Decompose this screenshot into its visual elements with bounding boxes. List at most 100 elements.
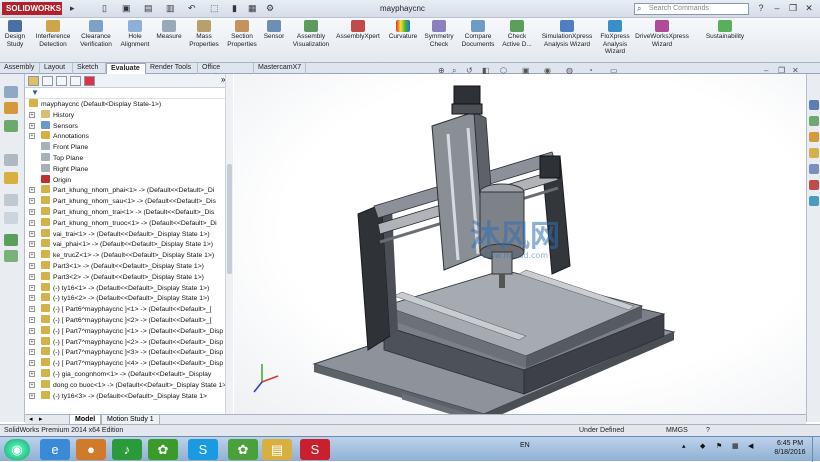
compare-documents-button[interactable]: Compare Documents	[458, 20, 498, 48]
volume-icon[interactable]: ◀	[748, 442, 753, 450]
tree-item[interactable]: + ke_trucZ<1> -> (Default<<Default>_Displ…	[25, 250, 232, 261]
tree-item[interactable]: + vai_phai<1> -> (Default<<Default>_Displ…	[25, 239, 232, 250]
solidworks-resources-icon[interactable]	[809, 100, 819, 110]
dimxpert-tab-icon[interactable]	[70, 76, 81, 86]
sustainability-button[interactable]: Sustainability	[700, 20, 750, 41]
restore-button[interactable]: ❐	[786, 2, 800, 14]
rebuild-icon[interactable]: ▮	[232, 3, 237, 14]
hide-show-icon[interactable]: ◉	[544, 66, 551, 76]
solidworks-forum-icon[interactable]	[809, 196, 819, 206]
driveworksxpress-button[interactable]: DriveWorksXpress Wizard	[634, 20, 690, 48]
zoom-to-fit-icon[interactable]: ⊕	[438, 66, 445, 76]
solidworks-taskbar-icon[interactable]: S	[300, 439, 330, 460]
expand-toggle-icon[interactable]: +	[29, 381, 35, 388]
network-icon[interactable]: ▦	[732, 442, 739, 450]
options-icon[interactable]: ⚙	[266, 3, 274, 14]
assembly-features-icon[interactable]	[4, 212, 18, 224]
tree-item[interactable]: + (-) [ Part6^mayphaycnc ]<1> -> (Default…	[25, 304, 232, 315]
tree-item[interactable]: + Part3<2> -> (Default<<Default>_Display …	[25, 271, 232, 283]
expand-toggle-icon[interactable]: +	[29, 316, 35, 323]
expand-toggle-icon[interactable]: +	[29, 252, 35, 259]
help-icon[interactable]: ?	[754, 2, 768, 14]
appearances-icon[interactable]	[809, 164, 819, 174]
search-commands-input[interactable]: ⌕ Search Commands	[634, 3, 749, 15]
tray-arrow-icon[interactable]: ▴	[682, 442, 686, 450]
tree-item[interactable]: Right Plane	[25, 163, 232, 175]
view-settings-icon[interactable]: ▭	[610, 66, 618, 76]
expand-toggle-icon[interactable]: +	[29, 219, 35, 226]
symmetry-check-button[interactable]: Symmetry Check	[422, 20, 456, 48]
tree-item[interactable]: Front Plane	[25, 142, 232, 153]
filter-icon[interactable]: ▼	[31, 88, 39, 97]
tab-assembly[interactable]: Assembly	[0, 63, 40, 74]
tab-office-products[interactable]: Office Products	[198, 63, 254, 81]
file-properties-icon[interactable]: ▦	[248, 3, 257, 14]
file-explorer-icon[interactable]	[809, 132, 819, 142]
tree-item[interactable]: + (-) gia_congnhom<1> -> (Default<<Defaul…	[25, 368, 232, 380]
assembly-visualization-button[interactable]: Assembly Visualization	[288, 20, 334, 48]
unit-system[interactable]: MMGS	[666, 425, 688, 436]
tab-evaluate[interactable]: Evaluate	[106, 63, 146, 74]
show-hidden-icon[interactable]	[4, 194, 18, 206]
section-view-icon[interactable]: ◧	[482, 66, 490, 76]
tab-render-tools[interactable]: Render Tools	[146, 63, 198, 74]
expand-toggle-icon[interactable]: +	[29, 241, 35, 248]
tab-mastercamx7[interactable]: MastercamX7	[254, 63, 306, 74]
tree-item[interactable]: Origin	[25, 174, 232, 186]
file-explorer-taskbar-icon[interactable]: ▤	[262, 439, 292, 460]
tray-app-icon[interactable]: ◆	[700, 442, 705, 450]
check-active-document-button[interactable]: Check Active D...	[500, 20, 534, 48]
expand-toggle-icon[interactable]: +	[29, 360, 35, 367]
tree-item[interactable]: + (-) [ Part7^mayphaycnc ]<1> -> (Default…	[25, 325, 232, 337]
sensor-button[interactable]: Sensor	[262, 20, 286, 41]
cnc-machine-model[interactable]: 沐风网 www.mfcad.com	[234, 74, 806, 433]
scroll-left-icon[interactable]: ◂	[29, 415, 33, 423]
expand-toggle-icon[interactable]: +	[29, 392, 35, 399]
property-manager-tab-icon[interactable]	[42, 76, 53, 86]
tree-item[interactable]: + (-) ty16<2> -> (Default<<Default>_Displ…	[25, 293, 232, 304]
save-icon[interactable]: ▤	[144, 3, 153, 14]
assemblyxpert-button[interactable]: AssemblyXpert	[336, 20, 380, 41]
tree-item[interactable]: + (-) ty16<1> -> (Default<<Default>_Displ…	[25, 282, 232, 294]
hole-alignment-button[interactable]: Hole Alignment	[118, 20, 152, 48]
simulationxpress-button[interactable]: SimulationXpress Analysis Wizard	[538, 20, 596, 48]
tree-item[interactable]: + dong co buoc<1> -> (Default<<Default>_D…	[25, 379, 232, 391]
appearance-icon[interactable]: ◍	[566, 66, 573, 76]
tree-item[interactable]: + (-) [ Part7^mayphaycnc ]<3> -> (Default…	[25, 347, 232, 358]
reference-geometry-icon[interactable]	[4, 234, 18, 246]
graphics-viewport[interactable]: 沐风网 www.mfcad.com	[234, 74, 806, 433]
clearance-verification-button[interactable]: Clearance Verification	[76, 20, 116, 48]
show-desktop-button[interactable]	[812, 437, 820, 462]
expand-toggle-icon[interactable]: +	[29, 273, 35, 280]
design-study-button[interactable]: Design Study	[2, 20, 28, 48]
viewport-restore-icon[interactable]: ❐	[778, 66, 785, 76]
skype-icon[interactable]: S	[188, 439, 218, 460]
design-library-icon[interactable]	[809, 116, 819, 126]
tree-scrollbar-thumb[interactable]	[227, 164, 232, 274]
viewport-close-icon[interactable]: ✕	[792, 66, 799, 76]
curvature-button[interactable]: Curvature	[386, 20, 420, 41]
music-player-icon[interactable]: ♪	[112, 439, 142, 460]
system-clock[interactable]: 6:45 PM 8/18/2016	[770, 439, 810, 457]
mate-icon[interactable]	[4, 102, 18, 114]
language-indicator[interactable]: EN	[520, 442, 530, 449]
undo-icon[interactable]: ↶	[188, 3, 196, 14]
expand-toggle-icon[interactable]: +	[29, 133, 35, 140]
tree-item[interactable]: + Part_khung_nhom_trai<1> -> (Default<<De…	[25, 206, 232, 218]
internet-explorer-icon[interactable]: e	[40, 439, 70, 460]
expand-toggle-icon[interactable]: +	[29, 187, 35, 194]
zoom-area-icon[interactable]: ⌕	[452, 66, 456, 76]
expand-toggle-icon[interactable]: +	[29, 122, 35, 129]
tree-item[interactable]: + Part_khung_nhom_sau<1> -> (Default<<Def…	[25, 196, 232, 207]
tree-item[interactable]: + Part3<1> -> (Default<<Default>_Display …	[25, 260, 232, 272]
tree-item[interactable]: + (-) [ Part7^mayphaycnc ]<2> -> (Default…	[25, 336, 232, 348]
firefox-icon[interactable]: ●	[76, 439, 106, 460]
tree-root[interactable]: mayphaycnc (Default<Display State-1>)	[25, 99, 232, 110]
help-status-icon[interactable]: ?	[706, 425, 710, 436]
expand-toggle-icon[interactable]: +	[29, 284, 35, 291]
new-document-icon[interactable]: ▯	[102, 3, 107, 14]
viewport-minimize-icon[interactable]: –	[764, 66, 768, 76]
tree-item[interactable]: + (-) [ Part7^mayphaycnc ]<4> -> (Default…	[25, 358, 232, 369]
tree-item[interactable]: + (-) ty16<3> -> (Default<<Default>_Displ…	[25, 390, 232, 402]
floxpress-button[interactable]: FloXpress Analysis Wizard	[598, 20, 632, 56]
